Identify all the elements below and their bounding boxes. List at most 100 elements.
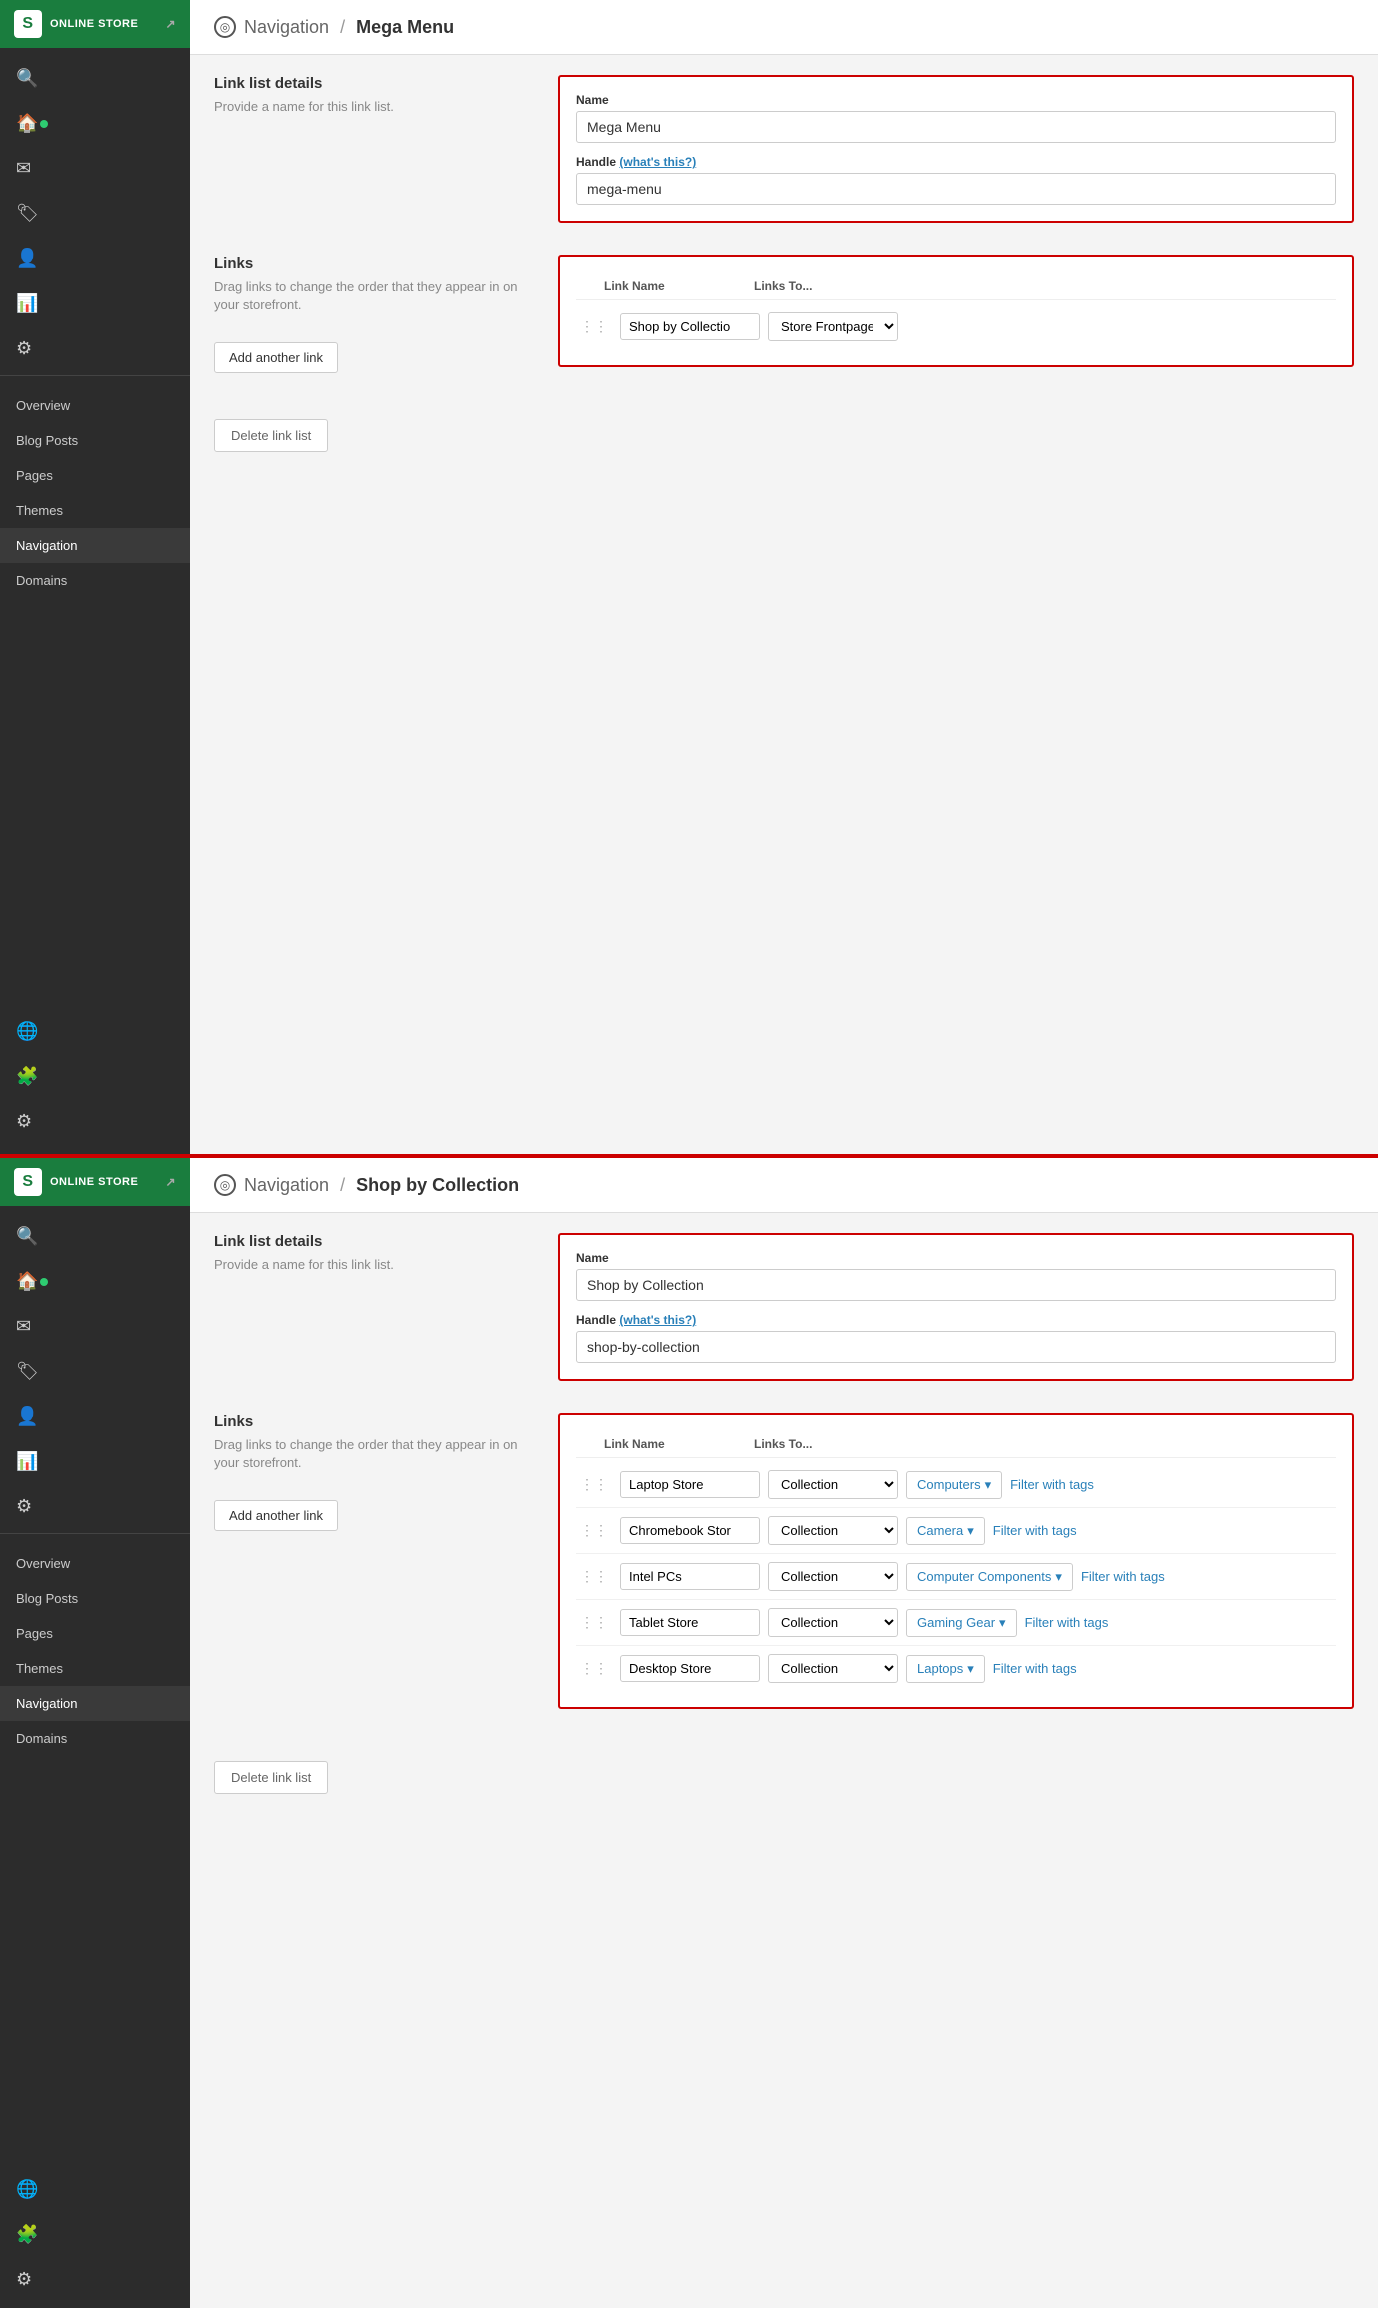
sidebar-icon-customers[interactable]: 👤 bbox=[0, 236, 190, 281]
link-name-input[interactable] bbox=[620, 1563, 760, 1590]
sidebar-icon-customers-b[interactable]: 👤 bbox=[0, 1394, 190, 1439]
link-name-input[interactable] bbox=[620, 1471, 760, 1498]
sidebar-icon-tag-b[interactable]: 🏷 bbox=[0, 1349, 190, 1394]
sidebar-icon-mail[interactable]: ✉ bbox=[0, 146, 190, 191]
sidebar-icon-apps[interactable]: ⚙ bbox=[0, 326, 190, 371]
links-to-select[interactable]: Collection bbox=[768, 1562, 898, 1591]
collection-dropdown[interactable]: Computer Components ▾ bbox=[906, 1563, 1073, 1591]
filter-with-tags-link[interactable]: Filter with tags bbox=[993, 1523, 1077, 1538]
sidebar-icon-analytics-b[interactable]: 📊 bbox=[0, 1439, 190, 1484]
sidebar-item-pages-b[interactable]: Pages bbox=[0, 1616, 190, 1651]
chevron-down-icon: ▾ bbox=[999, 1615, 1006, 1631]
col-links-to: Links To... bbox=[754, 279, 1308, 293]
collection-dropdown[interactable]: Gaming Gear ▾ bbox=[906, 1609, 1017, 1637]
drag-handle-icon[interactable]: ⋮⋮ bbox=[576, 1568, 612, 1585]
links-table-bottom: Link Name Links To... ⋮⋮ Collection Comp… bbox=[558, 1413, 1354, 1721]
drag-handle-icon[interactable]: ⋮⋮ bbox=[576, 1476, 612, 1493]
collection-dropdown[interactable]: Laptops ▾ bbox=[906, 1655, 985, 1683]
collection-dropdown[interactable]: Computers ▾ bbox=[906, 1471, 1002, 1499]
table-row: ⋮⋮ Store Frontpage bbox=[576, 304, 1336, 349]
sidebar-icon-home[interactable]: 🏠 bbox=[0, 101, 190, 146]
table-row: ⋮⋮ Collection Camera ▾ Filter with tags bbox=[576, 1508, 1336, 1554]
link-list-form-top: Name Handle (what's this?) bbox=[558, 75, 1354, 235]
filter-with-tags-link[interactable]: Filter with tags bbox=[1010, 1477, 1094, 1492]
name-input-b[interactable] bbox=[576, 1269, 1336, 1301]
sidebar-icon-settings[interactable]: ⚙ bbox=[0, 1099, 190, 1144]
sidebar-item-overview-b[interactable]: Overview bbox=[0, 1546, 190, 1581]
link-list-details-description: Provide a name for this link list. bbox=[214, 98, 534, 116]
drag-handle-icon[interactable]: ⋮⋮ bbox=[576, 1614, 612, 1631]
sidebar-item-label: Overview bbox=[16, 398, 70, 413]
sidebar-icon-puzzle-b[interactable]: 🧩 bbox=[0, 2212, 190, 2257]
sidebar-item-themes[interactable]: Themes bbox=[0, 493, 190, 528]
links-section-left-b: Links Drag links to change the order tha… bbox=[214, 1413, 534, 1721]
links-table-section-top: Link Name Links To... ⋮⋮ Store Frontpage bbox=[558, 255, 1354, 367]
sidebar-item-label: Themes bbox=[16, 503, 63, 518]
collection-dropdown[interactable]: Camera ▾ bbox=[906, 1517, 985, 1545]
whats-this-link[interactable]: (what's this?) bbox=[619, 155, 696, 169]
links-heading: Links bbox=[214, 255, 534, 272]
sidebar-icon-tag[interactable]: 🏷 bbox=[0, 191, 190, 236]
sidebar-item-blog-posts[interactable]: Blog Posts bbox=[0, 423, 190, 458]
link-name-input[interactable] bbox=[620, 1517, 760, 1544]
sidebar-item-label: Pages bbox=[16, 1626, 53, 1641]
link-list-details-description-b: Provide a name for this link list. bbox=[214, 1256, 534, 1274]
table-row: ⋮⋮ Collection Laptops ▾ Filter with tags bbox=[576, 1646, 1336, 1691]
breadcrumb-separator: / bbox=[340, 17, 345, 37]
sidebar-icon-home-b[interactable]: 🏠 bbox=[0, 1259, 190, 1304]
external-link-icon[interactable]: ↗ bbox=[165, 17, 176, 31]
link-name-input[interactable] bbox=[620, 313, 760, 340]
links-description-b: Drag links to change the order that they… bbox=[214, 1436, 534, 1472]
sidebar-item-themes-b[interactable]: Themes bbox=[0, 1651, 190, 1686]
links-to-select[interactable]: Collection bbox=[768, 1470, 898, 1499]
col-link-name-b: Link Name bbox=[604, 1437, 754, 1451]
link-name-input[interactable] bbox=[620, 1609, 760, 1636]
page-header-bottom: ◎ Navigation / Shop by Collection bbox=[190, 1158, 1378, 1213]
links-table-header: Link Name Links To... bbox=[576, 273, 1336, 300]
links-table-section-bottom: Link Name Links To... ⋮⋮ Collection Comp… bbox=[558, 1413, 1354, 1709]
drag-handle-icon[interactable]: ⋮⋮ bbox=[576, 1660, 612, 1677]
sidebar-item-navigation-b[interactable]: Navigation bbox=[0, 1686, 190, 1721]
sidebar-item-domains[interactable]: Domains bbox=[0, 563, 190, 598]
sidebar-item-blog-posts-b[interactable]: Blog Posts bbox=[0, 1581, 190, 1616]
links-heading-b: Links bbox=[214, 1413, 534, 1430]
filter-with-tags-link[interactable]: Filter with tags bbox=[1025, 1615, 1109, 1630]
link-name-input[interactable] bbox=[620, 1655, 760, 1682]
links-to-select[interactable]: Collection bbox=[768, 1654, 898, 1683]
delete-link-list-button-top[interactable]: Delete link list bbox=[214, 419, 328, 452]
sidebar-icon-settings-b[interactable]: ⚙ bbox=[0, 2257, 190, 2302]
link-list-details-heading: Link list details bbox=[214, 75, 534, 92]
handle-input[interactable] bbox=[576, 173, 1336, 205]
sidebar-icon-globe[interactable]: 🌐 bbox=[0, 1009, 190, 1054]
handle-input-b[interactable] bbox=[576, 1331, 1336, 1363]
sidebar-icon-puzzle[interactable]: 🧩 bbox=[0, 1054, 190, 1099]
sidebar-item-label: Blog Posts bbox=[16, 433, 78, 448]
add-another-link-button[interactable]: Add another link bbox=[214, 342, 338, 373]
sidebar-icon-globe-b[interactable]: 🌐 bbox=[0, 2167, 190, 2212]
sidebar-icon-analytics[interactable]: 📊 bbox=[0, 281, 190, 326]
links-to-select[interactable]: Collection bbox=[768, 1608, 898, 1637]
sidebar-icon-apps-b[interactable]: ⚙ bbox=[0, 1484, 190, 1529]
sidebar-icon-search[interactable]: 🔍 bbox=[0, 56, 190, 101]
filter-with-tags-link[interactable]: Filter with tags bbox=[993, 1661, 1077, 1676]
sidebar-item-overview[interactable]: Overview bbox=[0, 388, 190, 423]
breadcrumb-section-b: Navigation bbox=[244, 1175, 329, 1195]
sidebar-item-domains-b[interactable]: Domains bbox=[0, 1721, 190, 1756]
whats-this-link-b[interactable]: (what's this?) bbox=[619, 1313, 696, 1327]
links-to-select[interactable]: Collection bbox=[768, 1516, 898, 1545]
name-label-b: Name bbox=[576, 1251, 1336, 1265]
drag-handle-icon[interactable]: ⋮⋮ bbox=[576, 1522, 612, 1539]
sidebar-icon-mail-b[interactable]: ✉ bbox=[0, 1304, 190, 1349]
filter-with-tags-link[interactable]: Filter with tags bbox=[1081, 1569, 1165, 1584]
drag-handle-icon[interactable]: ⋮⋮ bbox=[576, 318, 612, 335]
sidebar-item-navigation[interactable]: Navigation bbox=[0, 528, 190, 563]
name-input[interactable] bbox=[576, 111, 1336, 143]
add-another-link-button-b[interactable]: Add another link bbox=[214, 1500, 338, 1531]
links-to-select[interactable]: Store Frontpage bbox=[768, 312, 898, 341]
sidebar-icon-search-b[interactable]: 🔍 bbox=[0, 1214, 190, 1259]
sidebar-store-name-bottom: ONLINE STORE bbox=[50, 1176, 165, 1188]
sidebar-item-label: Themes bbox=[16, 1661, 63, 1676]
delete-link-list-button-b[interactable]: Delete link list bbox=[214, 1761, 328, 1794]
sidebar-item-pages[interactable]: Pages bbox=[0, 458, 190, 493]
external-link-icon-bottom[interactable]: ↗ bbox=[165, 1175, 176, 1189]
